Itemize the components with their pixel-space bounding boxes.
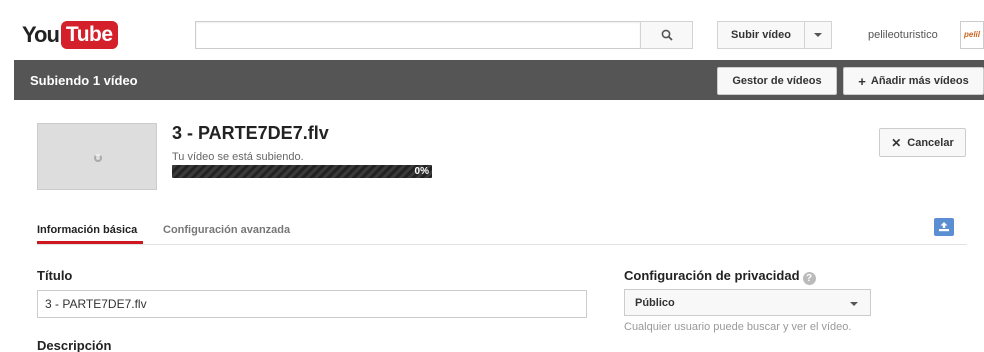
privacy-label: Configuración de privacidad? — [624, 268, 816, 285]
chevron-down-icon — [850, 302, 858, 306]
page-title: Subiendo 1 vídeo — [30, 73, 138, 88]
progress-percent: 0% — [414, 166, 429, 177]
youtube-logo[interactable]: You Tube — [22, 21, 118, 49]
search-input[interactable] — [195, 21, 641, 49]
title-field[interactable]: 3 - PARTE7DE7.flv — [37, 290, 587, 318]
plus-icon: + — [858, 73, 866, 89]
logo-you-text: You — [22, 22, 60, 47]
video-filename: 3 - PARTE7DE7.flv — [172, 123, 329, 143]
upload-video-button[interactable]: Subir vídeo — [717, 21, 805, 49]
upload-header-bar: Subiendo 1 vídeo Gestor de vídeos + Añad… — [14, 60, 984, 100]
upload-thumbnail-button[interactable] — [934, 218, 954, 236]
tabs-divider — [37, 244, 967, 245]
upload-thumbnail-icon — [939, 222, 949, 232]
privacy-select-value: Público — [635, 296, 675, 309]
avatar[interactable]: pelil — [960, 21, 984, 49]
tab-advanced-settings[interactable]: Configuración avanzada — [163, 224, 290, 236]
description-label: Descripción — [37, 338, 112, 352]
title-field-value: 3 - PARTE7DE7.flv — [45, 297, 147, 311]
avatar-text: pelil — [964, 30, 981, 39]
search-button[interactable] — [640, 21, 693, 49]
help-icon[interactable]: ? — [802, 272, 816, 285]
upload-menu-button[interactable] — [804, 21, 832, 49]
cancel-label: Cancelar — [907, 136, 954, 149]
privacy-select[interactable]: Público — [624, 289, 871, 316]
title-label: Título — [37, 268, 73, 283]
logo-tube-text: Tube — [60, 21, 118, 49]
privacy-help-text: Cualquier usuario puede buscar y ver el … — [624, 321, 852, 333]
close-icon: ✕ — [891, 135, 902, 150]
search-icon — [661, 29, 673, 41]
video-manager-button[interactable]: Gestor de vídeos — [717, 67, 837, 95]
privacy-label-text: Configuración de privacidad — [624, 268, 800, 283]
add-more-videos-button[interactable]: + Añadir más vídeos — [843, 67, 984, 95]
username-link[interactable]: pelileoturistico — [868, 29, 938, 41]
loading-spinner-icon — [94, 154, 102, 162]
tab-basic-info[interactable]: Información básica — [37, 224, 137, 236]
masthead: You Tube Subir vídeo pelileoturistico pe… — [0, 0, 984, 60]
upload-progress-bar: 0% — [172, 165, 432, 178]
chevron-down-icon — [814, 33, 822, 37]
upload-status-text: Tu vídeo se está subiendo. — [172, 151, 304, 163]
add-more-videos-label: Añadir más vídeos — [870, 75, 969, 87]
video-thumbnail — [37, 123, 157, 190]
cancel-upload-button[interactable]: ✕ Cancelar — [879, 128, 966, 157]
